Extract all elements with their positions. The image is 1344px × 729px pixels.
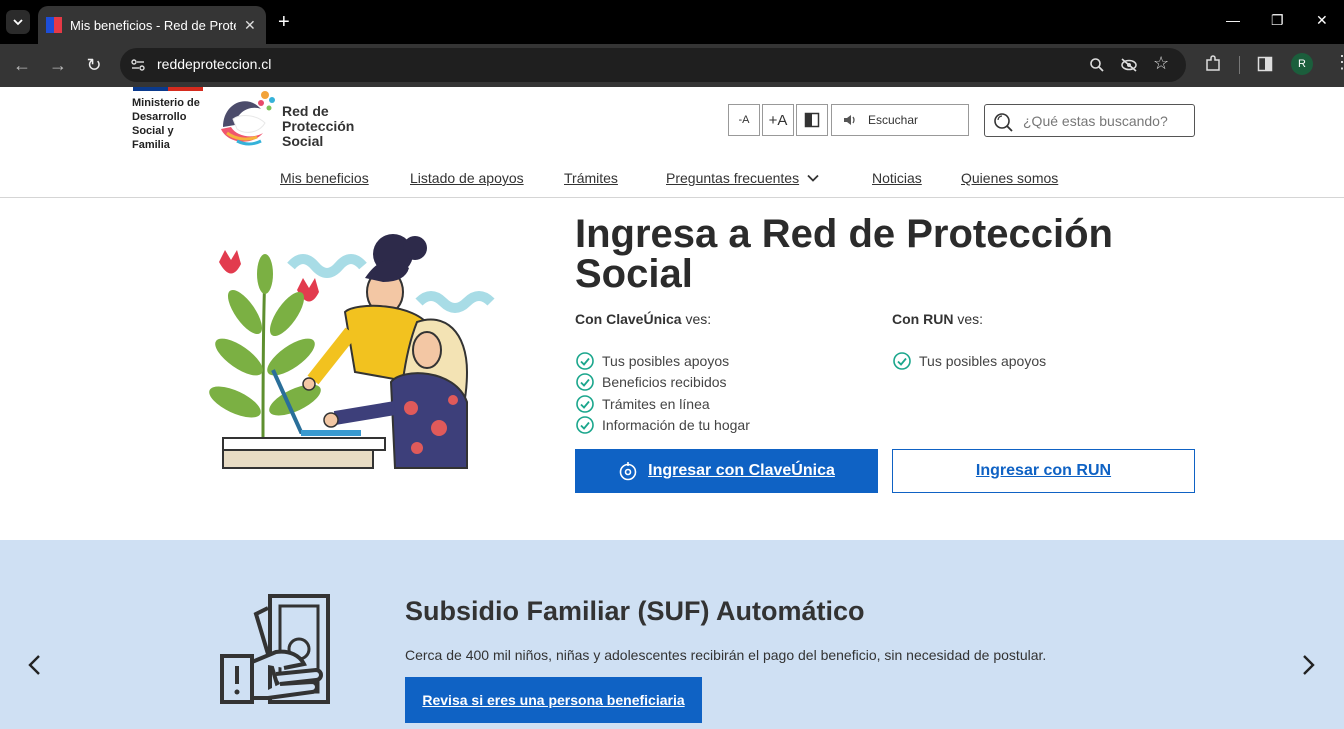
- nav-quienes-somos[interactable]: Quienes somos: [961, 170, 1058, 186]
- clave-heading-bold: Con ClaveÚnica: [575, 311, 682, 327]
- run-heading-bold: Con RUN: [892, 311, 954, 327]
- nav-preguntas-label: Preguntas frecuentes: [666, 170, 800, 186]
- side-panel-icon[interactable]: [1257, 56, 1273, 72]
- close-tab-icon[interactable]: ✕: [244, 17, 256, 34]
- reload-icon[interactable]: ↻: [82, 54, 106, 76]
- contrast-icon: [804, 112, 820, 128]
- site-search[interactable]: ¿Qué estas buscando?: [984, 104, 1195, 137]
- chevron-right-icon[interactable]: [1298, 653, 1318, 677]
- money-hand-icon: [220, 594, 330, 704]
- list-item: Tus posibles apoyos: [893, 350, 1046, 372]
- toolbar-divider: [1239, 56, 1240, 74]
- nav-tramites[interactable]: Trámites: [564, 170, 618, 186]
- run-benefits-list: Tus posibles apoyos: [893, 350, 1046, 372]
- eye-off-icon[interactable]: [1120, 57, 1138, 73]
- increase-font-button[interactable]: +A: [762, 104, 794, 136]
- login-claveunica-button[interactable]: Ingresar con ClaveÚnica: [575, 449, 878, 493]
- favicon-icon: [46, 17, 62, 33]
- login-claveunica-label: Ingresar con ClaveÚnica: [648, 462, 835, 479]
- url-text: reddeproteccion.cl: [157, 56, 272, 72]
- rps-brand-text: Red de Protección Social: [282, 104, 354, 149]
- close-window-icon[interactable]: ✕: [1316, 12, 1328, 29]
- check-circle-icon: [893, 351, 911, 370]
- clave-benefits-list: Tus posibles apoyos Beneficios recibidos…: [576, 350, 750, 436]
- nav-listado-de-apoyos[interactable]: Listado de apoyos: [410, 170, 524, 186]
- extensions-icon[interactable]: [1204, 55, 1222, 73]
- check-circle-icon: [576, 416, 594, 435]
- tab-search-button[interactable]: [6, 10, 30, 34]
- list-item: Trámites en línea: [576, 393, 750, 415]
- run-heading-rest: ves:: [953, 311, 984, 327]
- nav-mis-beneficios[interactable]: Mis beneficios: [280, 170, 369, 186]
- featured-carousel: Subsidio Familiar (SUF) Automático Cerca…: [0, 540, 1344, 729]
- rps-logo-icon[interactable]: [217, 89, 279, 149]
- clave-heading-rest: ves:: [681, 311, 712, 327]
- benefit-text: Trámites en línea: [602, 395, 710, 412]
- benefit-text: Tus posibles apoyos: [919, 352, 1047, 369]
- benefit-text: Información de tu hogar: [602, 417, 750, 434]
- chevron-down-icon: [13, 19, 23, 26]
- list-item: Beneficios recibidos: [576, 372, 750, 394]
- benefit-text: Beneficios recibidos: [602, 374, 727, 391]
- new-tab-button[interactable]: +: [278, 12, 290, 32]
- run-heading: Con RUN ves:: [892, 311, 983, 327]
- hero-illustration: [209, 234, 495, 469]
- browser-toolbar: ← → ↻ reddeproteccion.cl ☆ R ⋮: [0, 44, 1344, 87]
- nav-noticias[interactable]: Noticias: [872, 170, 922, 186]
- search-input[interactable]: ¿Qué estas buscando?: [1023, 113, 1168, 129]
- tab-title: Mis beneficios - Red de Protecc: [70, 17, 236, 33]
- speaker-icon: [844, 115, 855, 125]
- ministry-line: Desarrollo: [132, 111, 187, 123]
- listen-label: Escuchar: [868, 113, 919, 127]
- check-circle-icon: [576, 373, 594, 392]
- listen-button[interactable]: Escuchar: [831, 104, 969, 136]
- decrease-font-button[interactable]: -A: [728, 104, 760, 136]
- ministry-logo[interactable]: Ministerio de Desarrollo Social y Famili…: [132, 96, 212, 152]
- carousel-description: Cerca de 400 mil niños, niñas y adolesce…: [405, 647, 1047, 663]
- check-beneficiary-button[interactable]: Revisa si eres una persona beneficiaria: [405, 677, 702, 723]
- site-header: Ministerio de Desarrollo Social y Famili…: [0, 87, 1344, 198]
- profile-avatar[interactable]: R: [1291, 53, 1313, 75]
- check-circle-icon: [576, 351, 594, 370]
- nav-preguntas-frecuentes[interactable]: Preguntas frecuentes: [666, 170, 819, 186]
- brand-line: Protección: [282, 118, 355, 134]
- chevron-left-icon[interactable]: [25, 653, 45, 677]
- claveunica-icon: [619, 462, 637, 481]
- ministry-line: Social y: [132, 125, 174, 137]
- browser-tab-bar: Mis beneficios - Red de Protecc ✕ + — ❐ …: [0, 0, 1344, 44]
- zoom-icon[interactable]: [1089, 57, 1105, 73]
- site-info-icon[interactable]: [130, 57, 146, 73]
- login-run-button[interactable]: Ingresar con RUN: [892, 449, 1195, 493]
- list-item: Tus posibles apoyos: [576, 350, 750, 372]
- address-bar[interactable]: reddeproteccion.cl ☆: [120, 48, 1186, 82]
- minimize-icon[interactable]: —: [1226, 12, 1240, 28]
- clave-heading: Con ClaveÚnica ves:: [575, 311, 711, 327]
- back-icon[interactable]: ←: [10, 54, 34, 76]
- brand-line: Social: [282, 133, 324, 149]
- list-item: Información de tu hogar: [576, 415, 750, 437]
- ministry-flag-bar: [133, 87, 203, 91]
- benefit-text: Tus posibles apoyos: [602, 352, 730, 369]
- chevron-down-icon: [807, 174, 819, 182]
- ministry-line: Ministerio de: [132, 97, 200, 109]
- restore-icon[interactable]: ❐: [1271, 12, 1284, 29]
- browser-tab[interactable]: Mis beneficios - Red de Protecc ✕: [38, 6, 266, 44]
- ministry-line: Familia: [132, 139, 170, 151]
- check-circle-icon: [576, 394, 594, 413]
- carousel-title: Subsidio Familiar (SUF) Automático: [405, 596, 865, 626]
- bookmark-star-icon[interactable]: ☆: [1153, 53, 1169, 74]
- forward-icon[interactable]: →: [46, 54, 70, 76]
- contrast-button[interactable]: [796, 104, 828, 136]
- search-icon[interactable]: [993, 112, 1013, 132]
- menu-kebab-icon[interactable]: ⋮: [1333, 52, 1344, 73]
- brand-line: Red de: [282, 103, 329, 119]
- hero-title: Ingresa a Red de Protección Social: [575, 212, 1113, 296]
